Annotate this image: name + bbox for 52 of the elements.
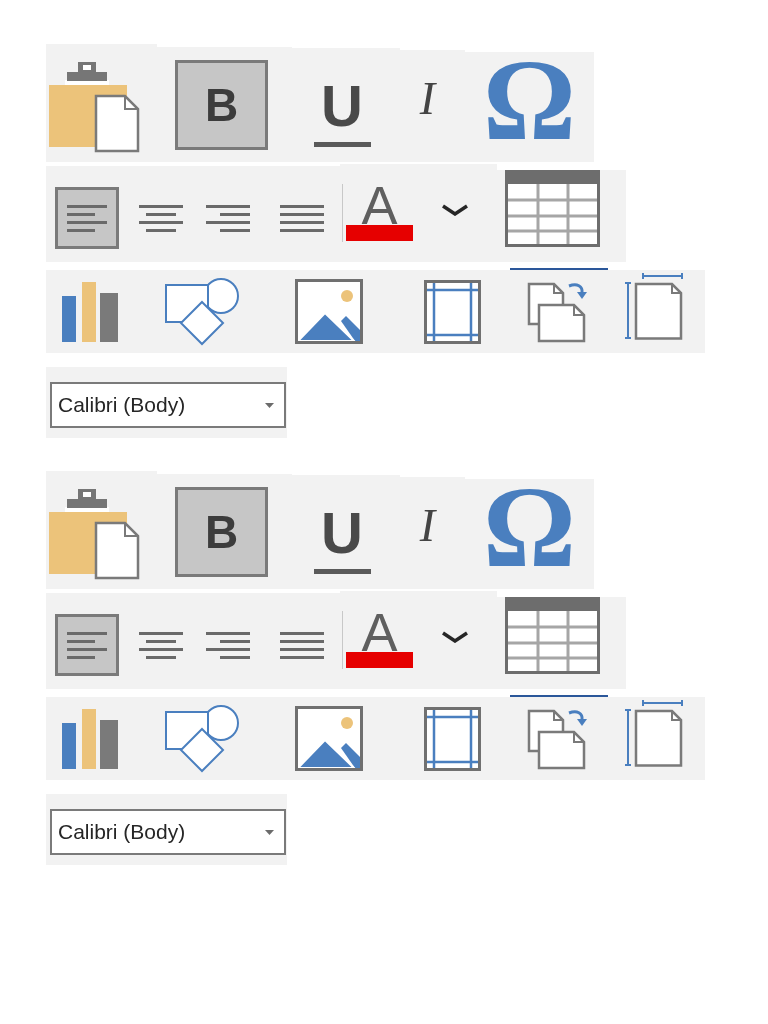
page-size-button[interactable] — [608, 270, 705, 353]
font-color-button[interactable]: A — [340, 164, 430, 262]
page-size-button[interactable] — [608, 697, 705, 780]
align-right-icon — [206, 631, 250, 659]
pages-icon — [526, 707, 589, 770]
italic-button[interactable]: I — [400, 50, 465, 162]
table-button[interactable] — [497, 170, 626, 262]
shapes-icon — [164, 276, 240, 347]
page-size-icon — [623, 700, 683, 767]
pages-icon — [526, 280, 589, 343]
clipboard-icon — [48, 61, 140, 153]
bar-chart-icon — [62, 708, 118, 769]
paste-button[interactable] — [46, 471, 157, 589]
margins-icon — [423, 279, 481, 344]
page-size-icon — [623, 273, 683, 340]
align-right-icon — [206, 204, 250, 232]
justify-icon — [279, 631, 324, 659]
underline-button[interactable]: U — [292, 48, 400, 162]
justify-button[interactable] — [263, 593, 340, 689]
paste-button[interactable] — [46, 44, 157, 162]
table-button[interactable] — [497, 597, 626, 689]
image-icon — [294, 706, 363, 771]
chevron-down-icon — [440, 204, 469, 216]
align-left-icon — [65, 204, 109, 232]
justify-icon — [279, 204, 324, 232]
align-left-button[interactable] — [46, 593, 128, 689]
symbol-button[interactable]: Ω — [465, 52, 594, 162]
justify-button[interactable] — [263, 166, 340, 262]
symbol-button[interactable]: Ω — [465, 479, 594, 589]
chart-button[interactable] — [46, 270, 145, 353]
caret-icon — [265, 829, 274, 835]
bold-button[interactable]: B — [157, 474, 292, 589]
chevron-down-icon — [440, 631, 469, 643]
align-left-button[interactable] — [46, 166, 128, 262]
table-icon — [505, 170, 600, 247]
font-select[interactable]: Calibri (Body) — [50, 809, 286, 855]
margins-icon — [423, 706, 481, 771]
align-center-icon — [138, 204, 183, 232]
align-left-icon — [65, 631, 109, 659]
chart-button[interactable] — [46, 697, 145, 780]
clipboard-icon — [48, 488, 140, 580]
image-icon — [294, 279, 363, 344]
shapes-icon — [164, 703, 240, 774]
bar-chart-icon — [62, 281, 118, 342]
caret-icon — [265, 402, 274, 408]
align-center-icon — [138, 631, 183, 659]
font-color-button[interactable]: A — [340, 591, 430, 689]
italic-button[interactable]: I — [400, 477, 465, 589]
bold-button[interactable]: B — [157, 47, 292, 162]
table-icon — [505, 597, 600, 674]
underline-button[interactable]: U — [292, 475, 400, 589]
font-select[interactable]: Calibri (Body) — [50, 382, 286, 428]
